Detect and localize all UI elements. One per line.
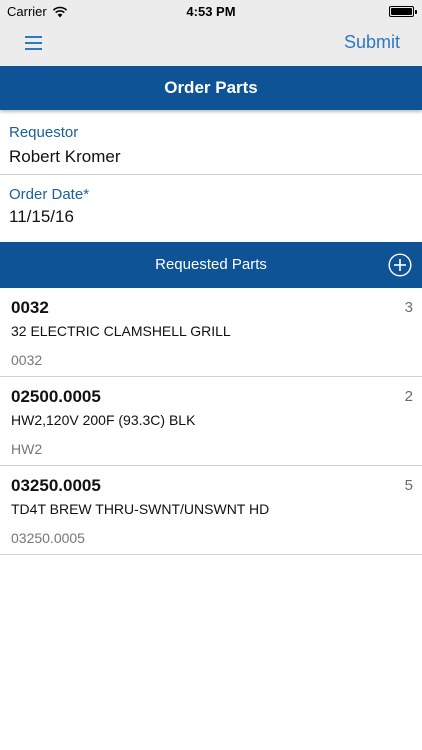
- status-time: 4:53 PM: [186, 4, 236, 19]
- part-description: HW2,120V 200F (93.3C) BLK: [11, 412, 196, 428]
- part-number: 0032: [11, 298, 49, 317]
- requestor-label: Requestor: [9, 124, 79, 141]
- title-bar: Order Parts: [0, 66, 422, 110]
- part-quantity: 2: [404, 388, 413, 405]
- parts-list: 0032 3 32 ELECTRIC CLAMSHELL GRILL 0032 …: [0, 288, 422, 555]
- hamburger-menu-icon[interactable]: [24, 33, 44, 53]
- part-code: 0032: [11, 352, 43, 368]
- order-date-label: Order Date*: [9, 186, 90, 203]
- part-code: 03250.0005: [11, 530, 85, 546]
- requestor-value: Robert Kromer: [9, 147, 121, 166]
- navigation-bar: Submit: [0, 22, 422, 66]
- part-row[interactable]: 0032 3 32 ELECTRIC CLAMSHELL GRILL 0032: [0, 288, 422, 377]
- order-date-field[interactable]: Order Date* 11/15/16: [0, 175, 422, 242]
- submit-button[interactable]: Submit: [344, 32, 400, 53]
- part-row[interactable]: 03250.0005 5 TD4T BREW THRU-SWNT/UNSWNT …: [0, 466, 422, 555]
- status-bar: Carrier 4:53 PM: [0, 0, 422, 22]
- battery-icon: [389, 6, 417, 17]
- part-description: TD4T BREW THRU-SWNT/UNSWNT HD: [11, 501, 270, 517]
- section-title: Requested Parts: [155, 256, 267, 273]
- requested-parts-header: Requested Parts: [0, 242, 422, 288]
- plus-circle-icon[interactable]: [388, 253, 412, 277]
- part-quantity: 3: [404, 299, 413, 316]
- part-number: 02500.0005: [11, 387, 101, 406]
- part-number: 03250.0005: [11, 476, 101, 495]
- order-date-value: 11/15/16: [9, 207, 74, 226]
- part-code: HW2: [11, 441, 43, 457]
- part-quantity: 5: [404, 477, 413, 494]
- part-row[interactable]: 02500.0005 2 HW2,120V 200F (93.3C) BLK H…: [0, 377, 422, 466]
- requestor-field[interactable]: Requestor Robert Kromer: [0, 110, 422, 175]
- part-description: 32 ELECTRIC CLAMSHELL GRILL: [11, 323, 231, 339]
- page-title: Order Parts: [164, 78, 258, 97]
